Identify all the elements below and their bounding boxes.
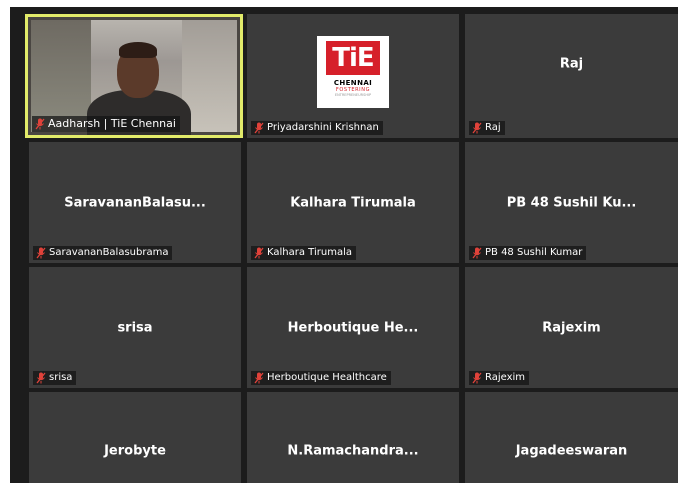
participant-name-tag: Herboutique Healthcare [251,371,391,385]
participant-display-name: SaravananBalasu... [64,195,206,210]
participant-tile-kalhara[interactable]: Kalhara Tirumala Kalhara Tirumala [247,142,459,263]
participant-name: Priyadarshini Krishnan [267,122,379,133]
participant-display-name: Rajexim [542,320,601,335]
participant-display-name: srisa [117,320,153,335]
participant-name: Raj [485,122,501,133]
participant-display-name: PB 48 Sushil Ku... [506,195,637,210]
mic-muted-icon [472,372,482,384]
participant-name-tag: srisa [33,371,77,385]
mic-muted-icon [472,247,482,259]
participant-tile-raj[interactable]: Raj Raj [465,14,678,138]
participant-name-tag: SaravananBalasubrama [33,246,173,260]
participant-name: srisa [49,372,73,383]
participant-tile-aadharsh[interactable]: Aadharsh | TiE Chennai [25,14,243,138]
participant-name-tag: Raj [469,121,505,135]
participant-name: SaravananBalasubrama [49,247,169,258]
participant-tile-srisa[interactable]: srisa srisa [29,267,241,388]
mic-muted-icon [254,122,264,134]
participant-display-name: Herboutique He... [287,320,419,335]
participant-name-tag: Rajexim [469,371,530,385]
participant-tile-jerobyte[interactable]: Jerobyte [29,392,241,483]
participant-name: Aadharsh | TiE Chennai [48,117,176,130]
participant-tile-sushil[interactable]: PB 48 Sushil Ku... PB 48 Sushil Kumar [465,142,678,263]
participant-tile-herboutique[interactable]: Herboutique He... Herboutique Healthcare [247,267,459,388]
participant-name: Herboutique Healthcare [267,372,387,383]
participant-name-tag: Kalhara Tirumala [251,246,356,260]
participant-tile-jagadeeswaran[interactable]: Jagadeeswaran [465,392,678,483]
participant-tile-ramachandra[interactable]: N.Ramachandra... [247,392,459,483]
participant-display-name: N.Ramachandra... [287,443,419,459]
participant-name: PB 48 Sushil Kumar [485,247,583,258]
participant-display-name: Jerobyte [104,443,166,459]
mic-muted-icon [254,247,264,259]
participant-tile-saravanan[interactable]: SaravananBalasu... SaravananBalasubrama [29,142,241,263]
mic-muted-icon [472,122,482,134]
participant-tile-priyadarshini[interactable]: TiE CHENNAI FOSTERING ENTREPRENEURSHIP P… [247,14,459,138]
mic-muted-icon [36,247,46,259]
participant-name: Rajexim [485,372,526,383]
tie-chennai-logo: TiE CHENNAI FOSTERING ENTREPRENEURSHIP [317,36,389,108]
participant-tile-rajexim[interactable]: Rajexim Rajexim [465,267,678,388]
video-gallery-grid: Aadharsh | TiE Chennai TiE CHENNAI FOSTE… [10,7,678,483]
mic-muted-icon [35,118,45,130]
participant-display-name: Kalhara Tirumala [290,195,416,210]
participant-name-tag: Priyadarshini Krishnan [251,121,383,135]
participant-name-tag: PB 48 Sushil Kumar [469,246,587,260]
participant-display-name: Jagadeeswaran [515,443,628,459]
participant-name-tag: Aadharsh | TiE Chennai [32,116,180,132]
participant-name: Kalhara Tirumala [267,247,352,258]
mic-muted-icon [36,372,46,384]
mic-muted-icon [254,372,264,384]
participant-display-name: Raj [559,56,584,72]
